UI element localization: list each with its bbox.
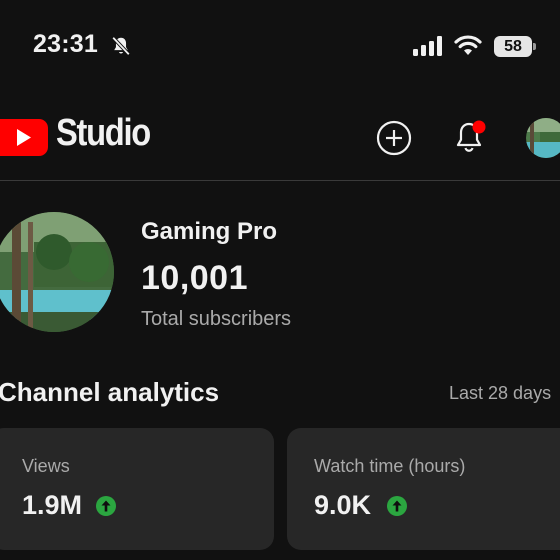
bell-slash-icon bbox=[111, 36, 131, 56]
channel-name: Gaming Pro bbox=[141, 218, 278, 245]
bell-icon[interactable] bbox=[453, 118, 489, 156]
notification-dot bbox=[472, 120, 486, 134]
header-divider bbox=[0, 180, 560, 181]
battery-tip bbox=[533, 43, 536, 50]
analytics-title: Channel analytics bbox=[0, 377, 220, 407]
views-value: 1.9M bbox=[22, 490, 83, 520]
plus-circle-icon[interactable] bbox=[376, 120, 412, 156]
status-time: 23:31 bbox=[33, 30, 98, 58]
battery-icon: 58 bbox=[494, 36, 532, 57]
arrow-up-icon bbox=[387, 496, 407, 516]
youtube-logo bbox=[0, 119, 48, 156]
channel-avatar[interactable] bbox=[0, 212, 114, 332]
studio-home-screen: 23:31 58 Studio Gaming Pro 10,001 Total … bbox=[0, 0, 560, 560]
watch-time-label: Watch time (hours) bbox=[314, 456, 466, 476]
analytics-range[interactable]: Last 28 days bbox=[449, 383, 551, 404]
arrow-up-icon bbox=[96, 496, 116, 516]
watch-time-value: 9.0K bbox=[314, 490, 372, 520]
wifi-icon bbox=[454, 35, 482, 55]
avatar[interactable] bbox=[526, 118, 560, 158]
views-label: Views bbox=[22, 456, 70, 476]
app-name: Studio bbox=[56, 112, 151, 154]
subscriber-label: Total subscribers bbox=[141, 308, 292, 330]
views-card[interactable]: Views 1.9M bbox=[0, 428, 274, 550]
cellular-signal-icon bbox=[413, 36, 442, 56]
subscriber-count: 10,001 bbox=[141, 259, 248, 297]
watch-time-card[interactable]: Watch time (hours) 9.0K bbox=[287, 428, 560, 550]
battery-level: 58 bbox=[504, 37, 522, 55]
